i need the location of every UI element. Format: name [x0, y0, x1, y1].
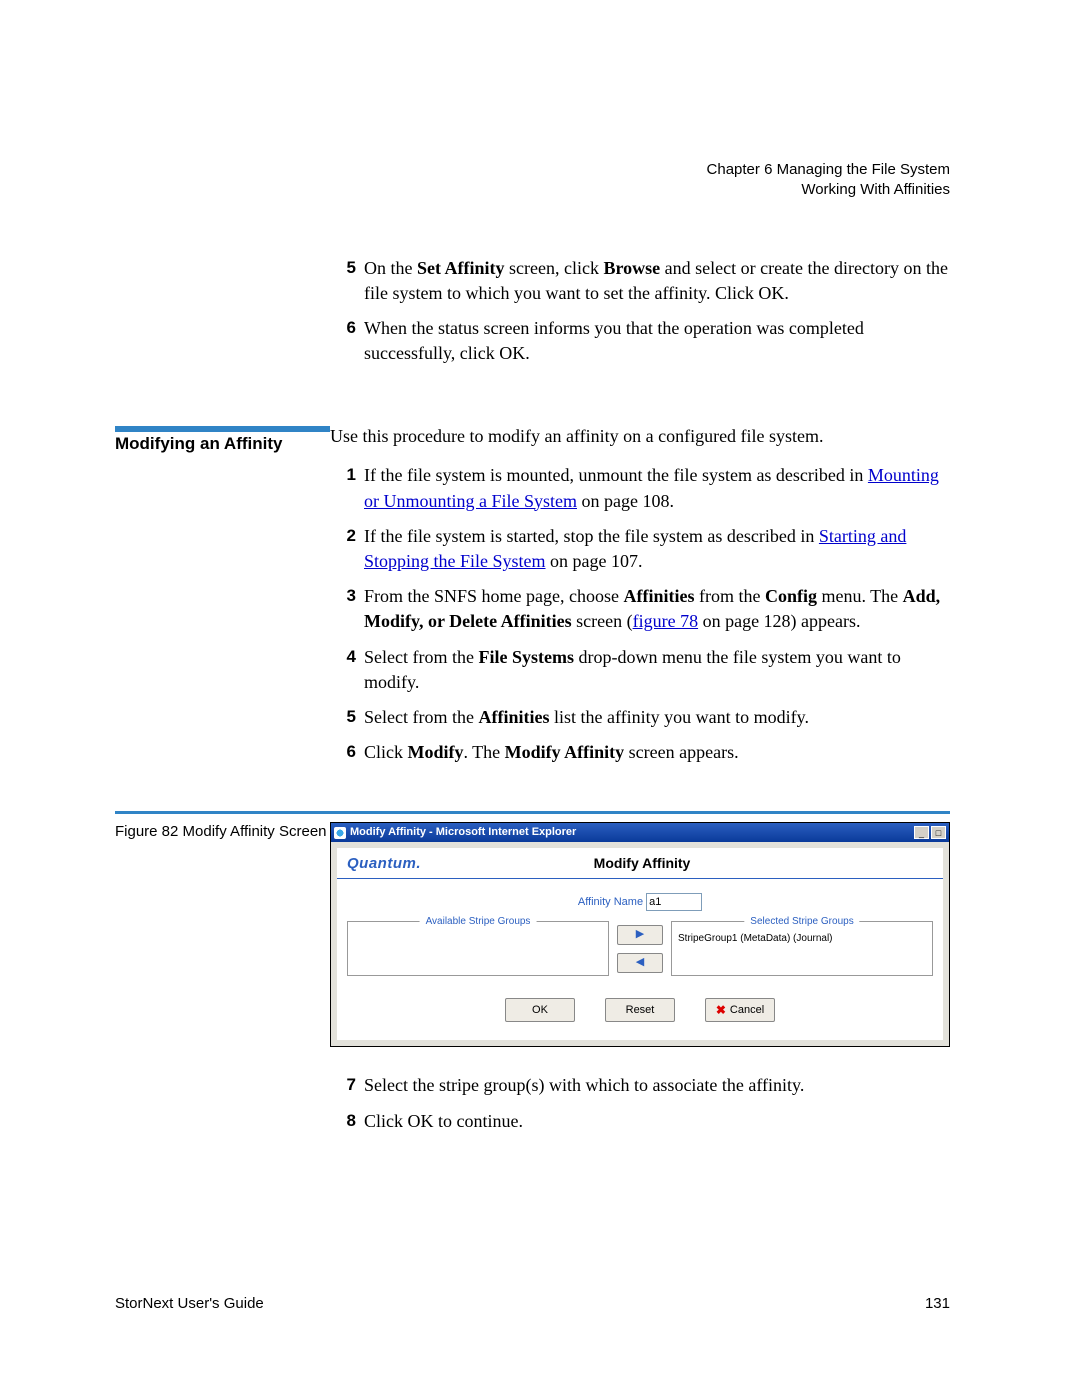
panel-header: Quantum. Modify Affinity: [337, 848, 943, 879]
list-item[interactable]: StripeGroup1 (MetaData) (Journal): [678, 932, 926, 946]
document-page: Chapter 6 Managing the File System Worki…: [0, 0, 1080, 1397]
section-heading: Modifying an Affinity: [115, 426, 330, 454]
ok-button[interactable]: OK: [505, 998, 575, 1022]
move-right-button[interactable]: ▶: [617, 925, 663, 945]
brand-logo: Quantum.: [347, 853, 421, 874]
page-header: Chapter 6 Managing the File System Worki…: [115, 160, 950, 201]
available-groups-legend: Available Stripe Groups: [420, 915, 537, 929]
page-footer: StorNext User's Guide 131: [115, 1295, 950, 1312]
list-item: 2 If the file system is started, stop th…: [330, 524, 950, 574]
footer-title: StorNext User's Guide: [115, 1295, 264, 1312]
ie-icon: [334, 827, 346, 839]
list-item: 3 From the SNFS home page, choose Affini…: [330, 584, 950, 634]
browser-window: Modify Affinity - Microsoft Internet Exp…: [330, 822, 950, 1047]
panel-title: Modify Affinity: [421, 854, 863, 874]
list-item: 8 Click OK to continue.: [330, 1109, 950, 1134]
figure-row: Figure 82 Modify Affinity Screen Modify …: [115, 811, 950, 1143]
step-body: On the Set Affinity screen, click Browse…: [364, 256, 950, 306]
cancel-button[interactable]: ✖Cancel: [705, 998, 775, 1022]
minimize-button[interactable]: _: [914, 826, 929, 839]
section-intro: Use this procedure to modify an affinity…: [330, 424, 950, 449]
list-item: 5 Select from the Affinities list the af…: [330, 705, 950, 730]
maximize-button[interactable]: □: [931, 826, 946, 839]
section-label: Working With Affinities: [115, 180, 950, 200]
list-item: 7 Select the stripe group(s) with which …: [330, 1073, 950, 1098]
cross-ref-link[interactable]: figure 78: [633, 611, 698, 631]
list-item: 1 If the file system is mounted, unmount…: [330, 463, 950, 513]
page-number: 131: [925, 1295, 950, 1312]
modify-section: Modifying an Affinity Use this procedure…: [115, 424, 950, 775]
reset-button[interactable]: Reset: [605, 998, 675, 1022]
selected-groups-legend: Selected Stripe Groups: [744, 915, 859, 929]
available-groups-list[interactable]: Available Stripe Groups: [347, 921, 609, 976]
x-icon: ✖: [716, 1002, 726, 1019]
affinity-name-label: Affinity Name: [578, 896, 643, 908]
list-item: 6 When the status screen informs you tha…: [330, 316, 950, 366]
affinity-name-row: Affinity Name: [347, 893, 933, 911]
list-item: 6 Click Modify. The Modify Affinity scre…: [330, 740, 950, 765]
move-left-button[interactable]: ◀: [617, 953, 663, 973]
top-list-row: 5 On the Set Affinity screen, click Brow…: [115, 256, 950, 377]
window-titlebar: Modify Affinity - Microsoft Internet Exp…: [331, 823, 949, 842]
figure-caption: Figure 82 Modify Affinity Screen: [115, 822, 330, 842]
step-body: When the status screen informs you that …: [364, 316, 950, 366]
list-item: 4 Select from the File Systems drop-down…: [330, 645, 950, 695]
selected-groups-list[interactable]: Selected Stripe Groups StripeGroup1 (Met…: [671, 921, 933, 976]
list-item: 5 On the Set Affinity screen, click Brow…: [330, 256, 950, 306]
chapter-label: Chapter 6 Managing the File System: [115, 160, 950, 180]
affinity-name-input[interactable]: [646, 893, 702, 911]
window-title: Modify Affinity - Microsoft Internet Exp…: [350, 825, 576, 840]
